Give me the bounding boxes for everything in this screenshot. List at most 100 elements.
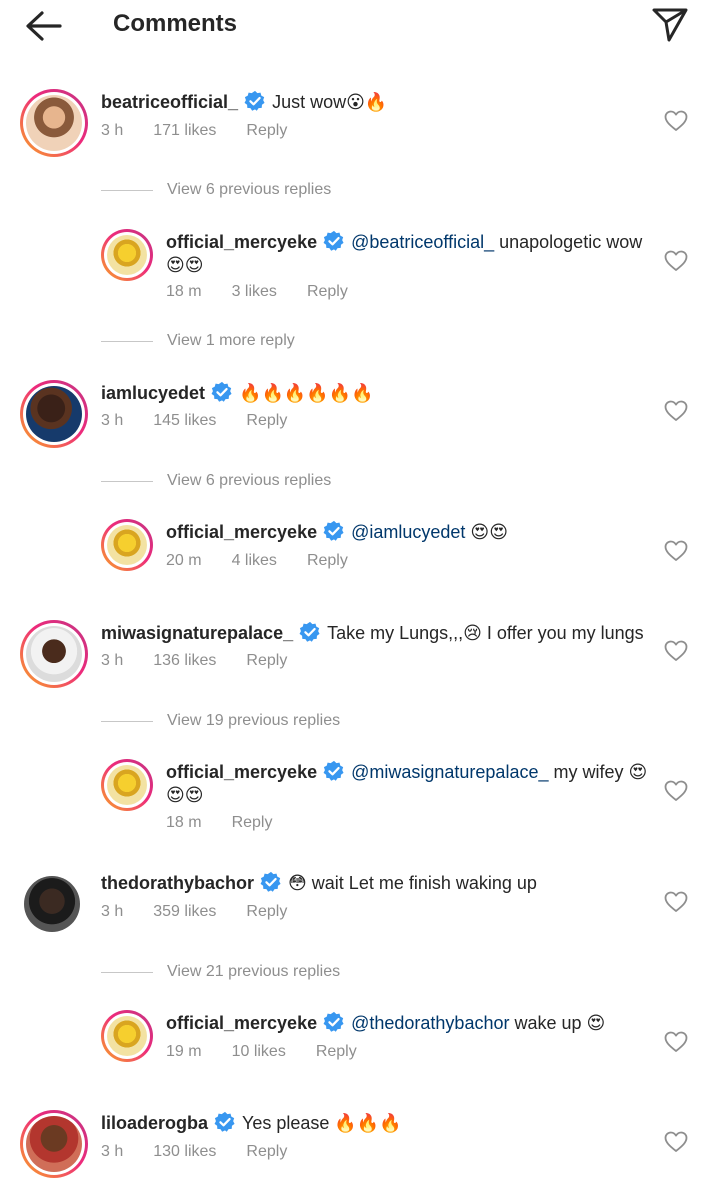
- username[interactable]: beatriceofficial_: [101, 92, 238, 112]
- divider: [101, 481, 153, 482]
- comment-meta: 18 m Reply: [166, 814, 302, 832]
- comment-text: Just wow😮🔥: [272, 92, 388, 112]
- heart-icon[interactable]: [664, 250, 688, 272]
- verified-badge-icon: [323, 520, 345, 542]
- likes-count[interactable]: 4 likes: [232, 552, 277, 569]
- comment-time: 3 h: [101, 903, 124, 920]
- avatar[interactable]: [20, 620, 88, 688]
- comment-line: iamlucyedet 🔥🔥🔥🔥🔥🔥: [101, 381, 374, 407]
- heart-icon[interactable]: [664, 640, 688, 662]
- reply-button[interactable]: Reply: [246, 122, 287, 139]
- heart-icon[interactable]: [664, 1031, 688, 1053]
- reply-button[interactable]: Reply: [232, 814, 273, 831]
- comment-time: 18 m: [166, 283, 202, 300]
- reply-button[interactable]: Reply: [246, 652, 287, 669]
- username[interactable]: thedorathybachor: [101, 873, 254, 893]
- likes-count[interactable]: 136 likes: [153, 652, 216, 669]
- verified-badge-icon: [214, 1111, 236, 1133]
- page-title: Comments: [113, 10, 238, 37]
- comment-meta: 19 m 10 likes Reply: [166, 1043, 387, 1061]
- avatar[interactable]: [24, 876, 80, 932]
- avatar[interactable]: [101, 759, 153, 811]
- comment-text: unapologetic wow: [494, 232, 643, 252]
- view-replies-button[interactable]: View 6 previous replies: [101, 181, 421, 201]
- view-replies-button[interactable]: View 6 previous replies: [101, 472, 421, 492]
- username[interactable]: official_mercyeke: [166, 762, 317, 782]
- reply-button[interactable]: Reply: [307, 283, 348, 300]
- verified-badge-icon: [211, 381, 233, 403]
- view-replies-button[interactable]: View 19 previous replies: [101, 712, 421, 732]
- verified-badge-icon: [323, 230, 345, 252]
- reply-button[interactable]: Reply: [246, 1143, 287, 1160]
- comment-line: miwasignaturepalace_ Take my Lungs,,,😢 I …: [101, 621, 644, 647]
- avatar[interactable]: [20, 380, 88, 448]
- comment-time: 3 h: [101, 412, 124, 429]
- view-replies-text: View 1 more reply: [167, 332, 295, 349]
- avatar[interactable]: [20, 89, 88, 157]
- mention-link[interactable]: @beatriceofficial_: [351, 232, 494, 252]
- divider: [101, 341, 153, 342]
- comment-meta: 18 m 3 likes Reply: [166, 283, 378, 301]
- reply-button[interactable]: Reply: [316, 1043, 357, 1060]
- share-button[interactable]: [648, 4, 692, 44]
- comment-text-continued: 😍😍: [166, 255, 204, 275]
- view-replies-button[interactable]: View 21 previous replies: [101, 963, 421, 983]
- username[interactable]: official_mercyeke: [166, 1013, 317, 1033]
- likes-count[interactable]: 171 likes: [153, 122, 216, 139]
- comment-text: my wifey 😍: [548, 762, 648, 782]
- likes-count[interactable]: 130 likes: [153, 1143, 216, 1160]
- mention-link[interactable]: @miwasignaturepalace_: [351, 762, 548, 782]
- comment-line: official_mercyeke @beatriceofficial_ unap…: [166, 230, 642, 256]
- username[interactable]: miwasignaturepalace_: [101, 623, 293, 643]
- username[interactable]: iamlucyedet: [101, 383, 205, 403]
- likes-count[interactable]: 359 likes: [153, 903, 216, 920]
- username[interactable]: official_mercyeke: [166, 232, 317, 252]
- comment-text: wake up 😍: [509, 1013, 606, 1033]
- divider: [101, 972, 153, 973]
- view-replies-text: View 6 previous replies: [167, 181, 332, 198]
- reply-button[interactable]: Reply: [246, 903, 287, 920]
- back-button[interactable]: [22, 8, 66, 44]
- comment-meta: 3 h 359 likes Reply: [101, 903, 317, 921]
- mention-link[interactable]: @thedorathybachor: [351, 1013, 509, 1033]
- comment-line: official_mercyeke @thedorathybachor wake …: [166, 1011, 605, 1037]
- heart-icon[interactable]: [664, 540, 688, 562]
- likes-count[interactable]: 10 likes: [232, 1043, 286, 1060]
- comment-meta: 3 h 171 likes Reply: [101, 122, 317, 140]
- heart-icon[interactable]: [664, 780, 688, 802]
- verified-badge-icon: [244, 90, 266, 112]
- likes-count[interactable]: 3 likes: [232, 283, 277, 300]
- avatar[interactable]: [101, 229, 153, 281]
- comment-line: beatriceofficial_ Just wow😮🔥: [101, 90, 387, 116]
- comment-line: thedorathybachor 😳 wait Let me finish wak…: [101, 871, 537, 897]
- avatar[interactable]: [101, 519, 153, 571]
- comment-time: 3 h: [101, 122, 124, 139]
- heart-icon[interactable]: [664, 110, 688, 132]
- comment-text: 😍😍: [465, 522, 508, 542]
- heart-icon[interactable]: [664, 891, 688, 913]
- comment-meta: 3 h 145 likes Reply: [101, 412, 317, 430]
- comment-time: 18 m: [166, 814, 202, 831]
- comment-text: Take my Lungs,,,😢 I offer you my lungs: [327, 623, 644, 643]
- heart-icon[interactable]: [664, 1131, 688, 1153]
- reply-button[interactable]: Reply: [246, 412, 287, 429]
- comment-line: liloaderogba Yes please 🔥🔥🔥: [101, 1111, 402, 1137]
- divider: [101, 190, 153, 191]
- comment-meta: 3 h 136 likes Reply: [101, 652, 317, 670]
- comment-time: 20 m: [166, 552, 202, 569]
- likes-count[interactable]: 145 likes: [153, 412, 216, 429]
- heart-icon[interactable]: [664, 400, 688, 422]
- paper-plane-icon: [652, 8, 688, 42]
- verified-badge-icon: [323, 760, 345, 782]
- comment-text: 🔥🔥🔥🔥🔥🔥: [239, 383, 374, 403]
- comment-time: 3 h: [101, 652, 124, 669]
- comment-line: official_mercyeke @iamlucyedet 😍😍: [166, 520, 508, 546]
- mention-link[interactable]: @iamlucyedet: [351, 522, 465, 542]
- avatar[interactable]: [101, 1010, 153, 1062]
- avatar[interactable]: [20, 1110, 88, 1178]
- view-replies-button[interactable]: View 1 more reply: [101, 332, 421, 352]
- view-replies-text: View 6 previous replies: [167, 472, 332, 489]
- reply-button[interactable]: Reply: [307, 552, 348, 569]
- username[interactable]: liloaderogba: [101, 1113, 208, 1133]
- username[interactable]: official_mercyeke: [166, 522, 317, 542]
